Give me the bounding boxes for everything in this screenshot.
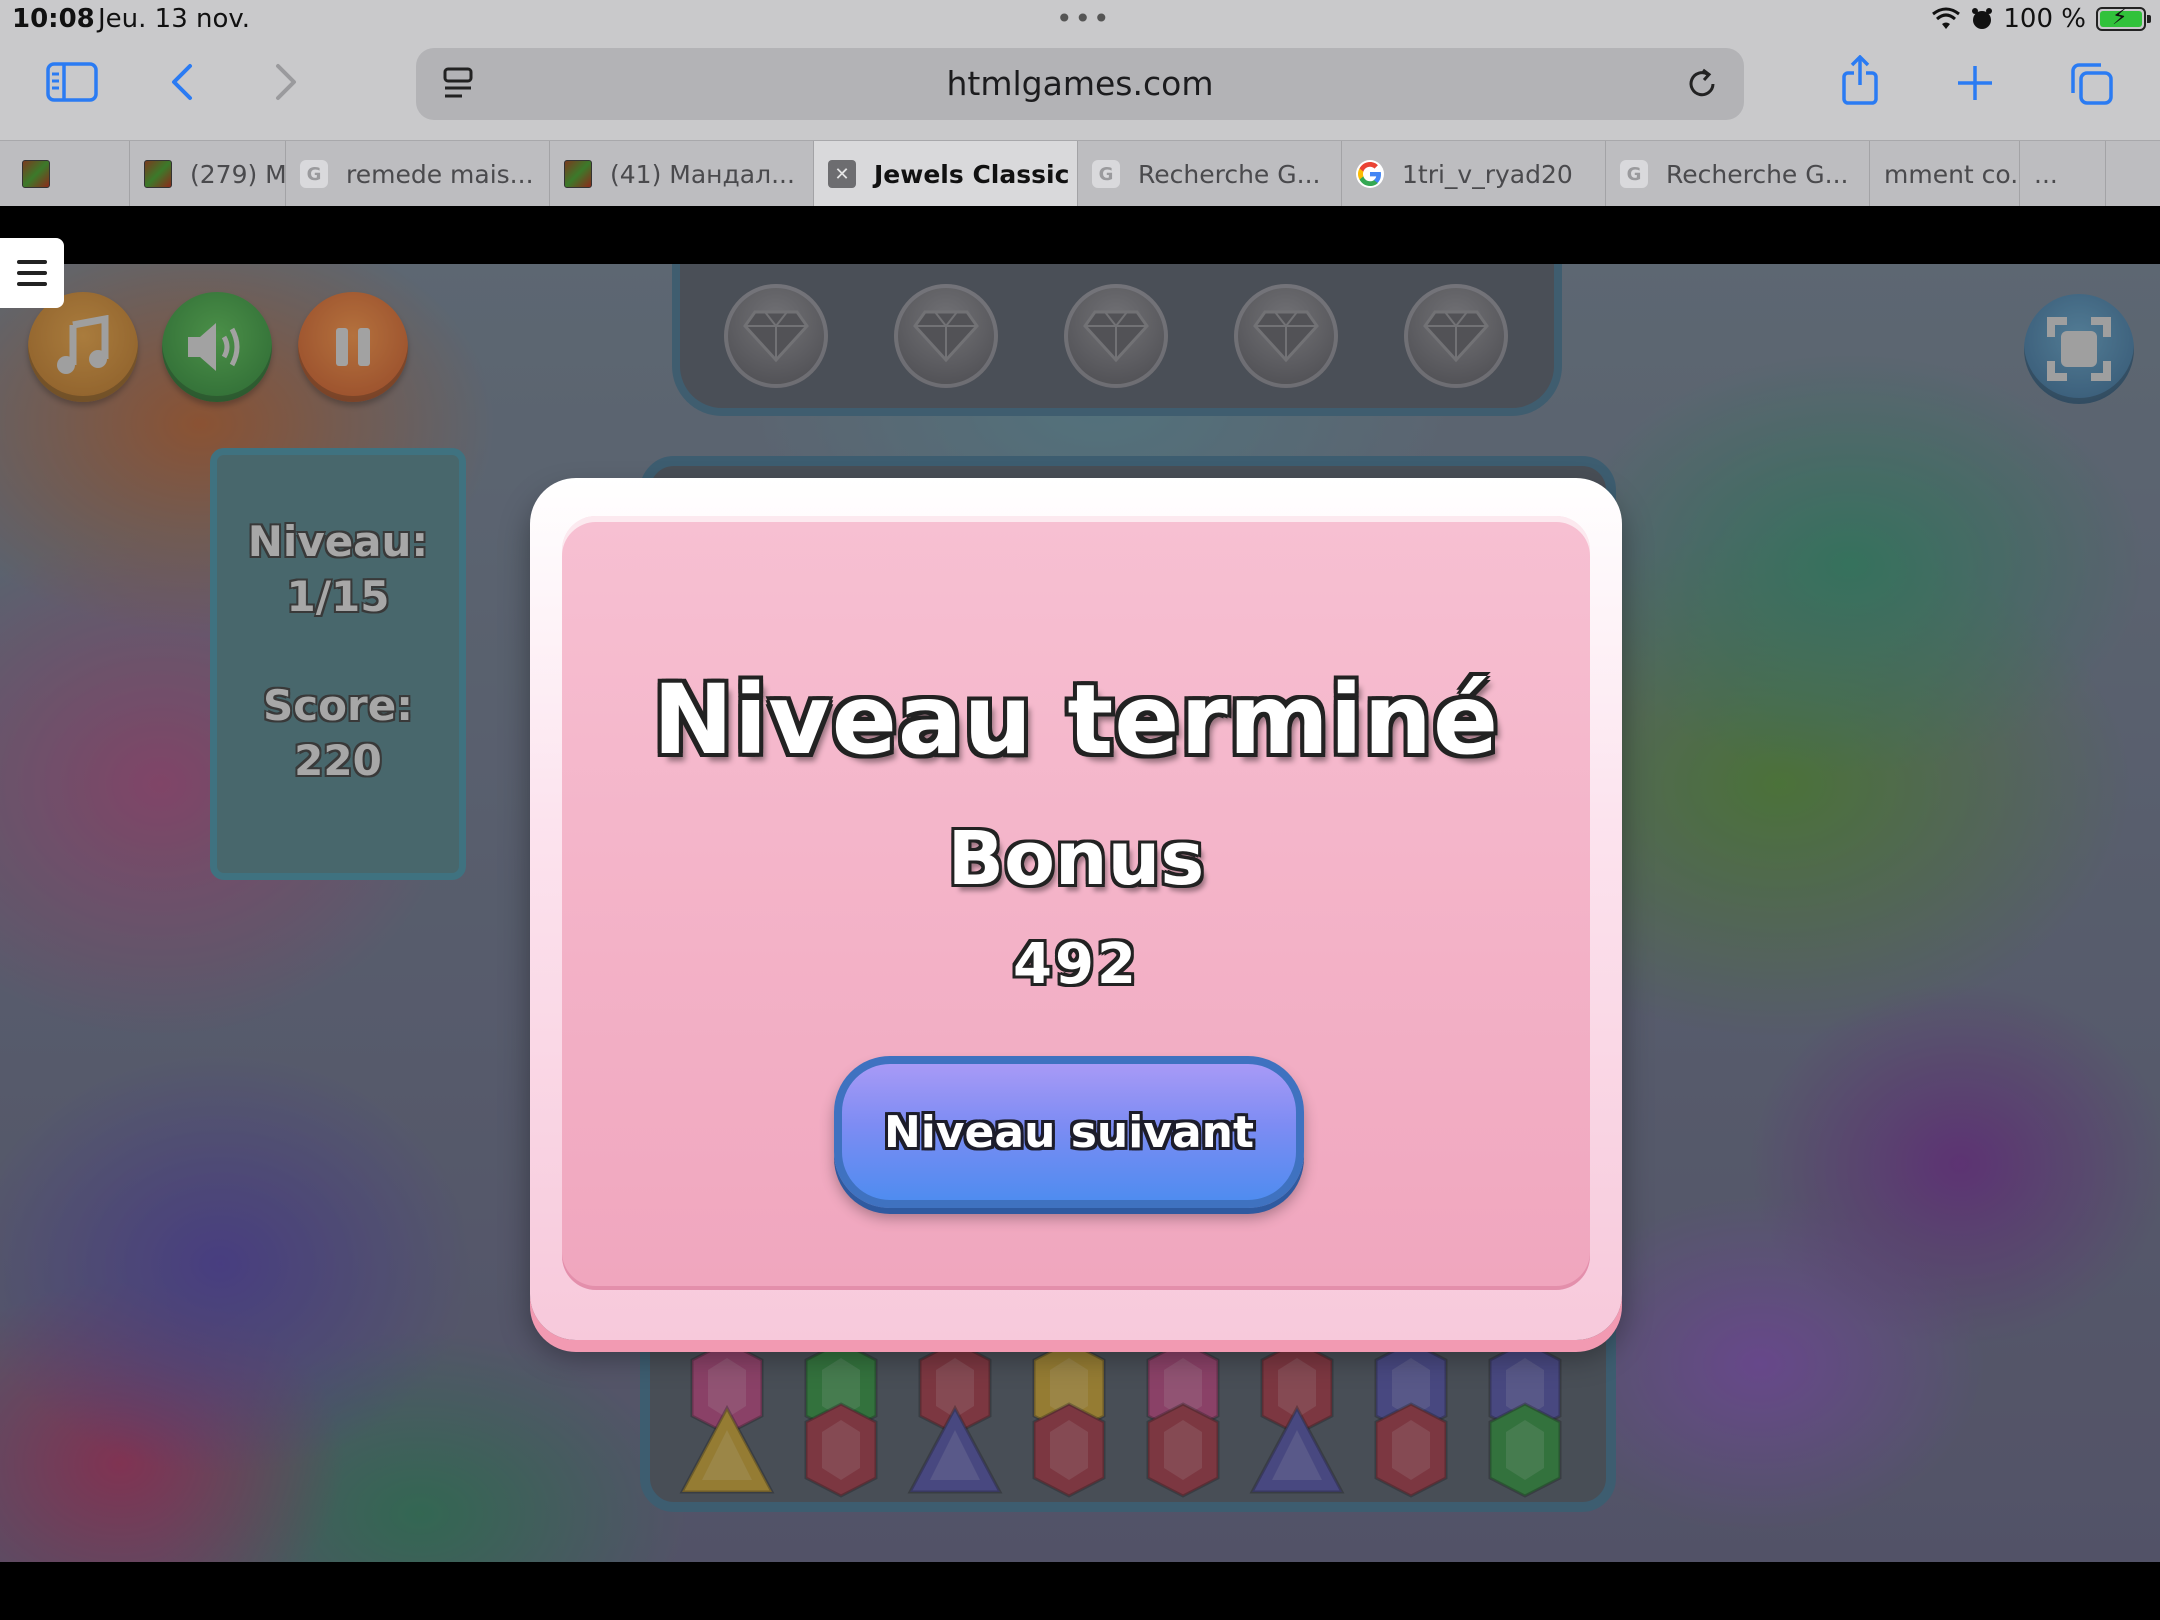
share-icon[interactable] [1838,54,1882,106]
forward-icon[interactable] [272,60,302,104]
tab-label: (41) Мандал... [610,159,795,189]
battery-icon: ⚡ [2096,5,2151,31]
tab[interactable]: ... [2020,141,2106,207]
bonus-label: Bonus [947,816,1205,902]
url-text: htmlgames.com [946,64,1214,103]
favicon-image-icon [144,160,172,188]
favicon-g-icon: G [1092,160,1120,188]
sidebar-toggle-icon[interactable] [42,60,102,104]
tab-active[interactable]: ✕ Jewels Classic [814,141,1078,207]
address-bar[interactable]: htmlgames.com [416,48,1744,120]
browser-toolbar: htmlgames.com [0,40,2160,140]
letterbox-bottom [0,1562,2160,1620]
tab[interactable]: G Recherche G... [1606,141,1870,207]
screen: 10:08 Jeu. 13 nov. ••• 100 % ⚡ htmlgames… [0,0,2160,1620]
status-right: 100 % ⚡ [1931,4,2151,34]
dialog-title: Niveau terminé [652,664,1500,776]
favicon-image-icon [22,160,50,188]
tab[interactable]: G Recherche G... [1078,141,1342,207]
tab-label: 1tri_v_ryad20 [1402,159,1573,189]
favicon-g-icon: G [300,160,328,188]
tab[interactable] [8,141,130,207]
tab-label: remede mais... [346,159,534,189]
menu-line [17,271,47,275]
menu-line [17,260,47,264]
bonus-value: 492 [1013,932,1139,997]
tab-label: Recherche G... [1138,159,1321,189]
wifi-icon [1932,7,1961,29]
multitasking-dots-icon[interactable]: ••• [1056,2,1112,35]
status-bar: 10:08 Jeu. 13 nov. ••• 100 % ⚡ [0,0,2160,40]
tab[interactable]: mment co... [1870,141,2020,207]
reload-icon[interactable] [1682,64,1722,104]
tabs-overview-icon[interactable] [2068,60,2116,108]
new-tab-icon[interactable] [1954,62,1996,104]
battery-percent: 100 % [2003,4,2086,34]
close-tab-icon[interactable]: ✕ [828,160,856,188]
tab-label: (279) M [190,159,286,189]
tab[interactable]: (279) M [130,141,286,207]
letterbox-top [0,206,2160,264]
alarm-icon [1972,8,1993,29]
menu-button[interactable] [0,238,64,308]
safari-chrome: 10:08 Jeu. 13 nov. ••• 100 % ⚡ htmlgames… [0,0,2160,207]
tab-strip: (279) M Gremede mais... (41) Мандал... ✕ Jew… [0,140,2160,207]
tab[interactable]: Gremede mais... [286,141,550,207]
favicon-g-icon: G [1620,160,1648,188]
tab-label: Recherche G... [1666,159,1849,189]
google-icon [1356,160,1384,188]
tab-label: mment co... [1884,159,2020,189]
next-level-button-label: Niveau suivant [883,1106,1255,1158]
tab-label: ... [2034,159,2058,189]
tab-label: Jewels Classic [874,159,1070,189]
favicon-image-icon [564,160,592,188]
menu-line [17,282,47,286]
next-level-button[interactable]: Niveau suivant [834,1056,1304,1208]
tab[interactable]: 1tri_v_ryad20 [1342,141,1606,207]
status-date: Jeu. 13 nov. [98,4,251,34]
tab[interactable]: (41) Мандал... [550,141,814,207]
back-icon[interactable] [166,60,196,104]
status-time: 10:08 [12,4,95,34]
